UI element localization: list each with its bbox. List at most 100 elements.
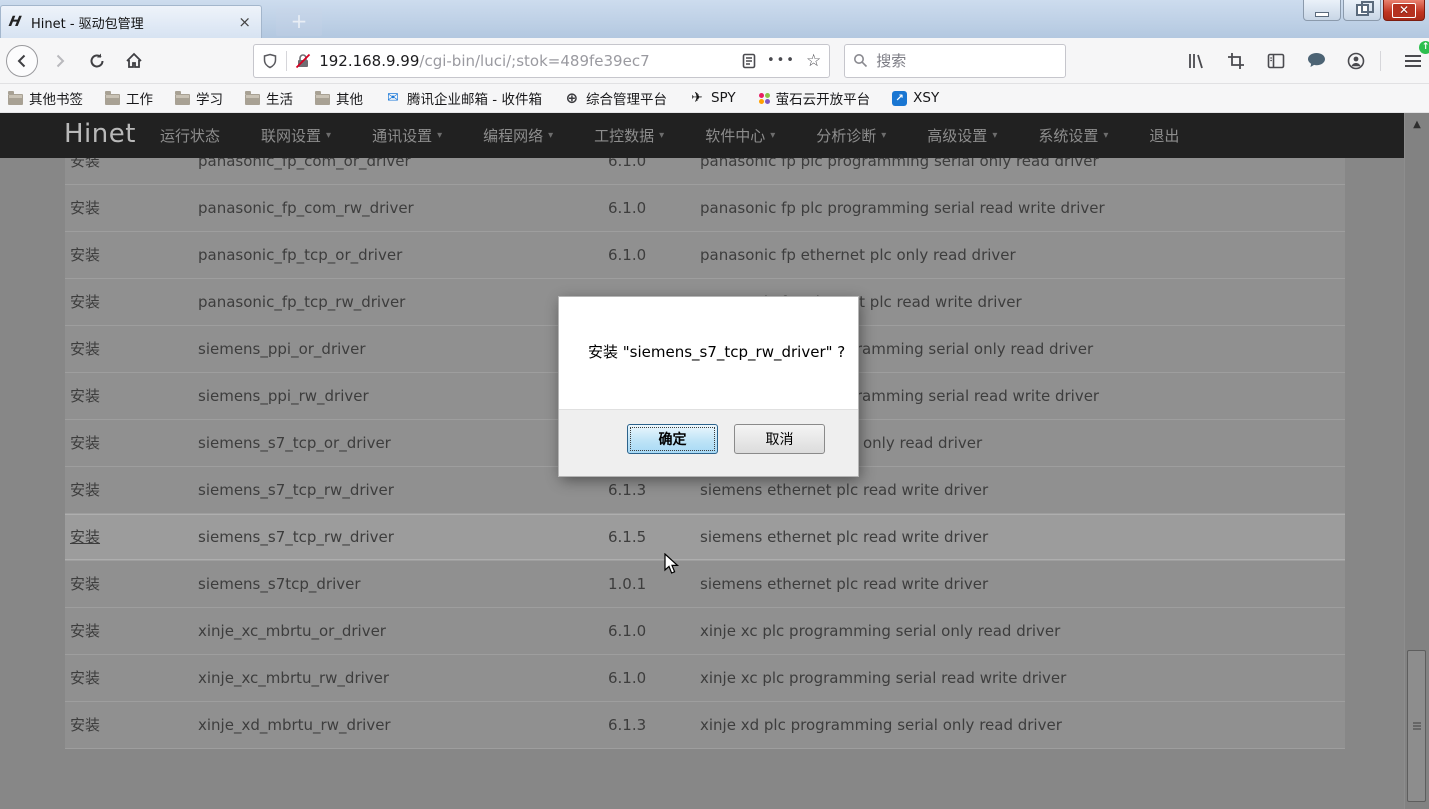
feedback-button[interactable]	[1300, 45, 1332, 77]
bookmark-label: 腾讯企业邮箱 - 收件箱	[407, 88, 542, 108]
reload-button[interactable]	[81, 45, 112, 77]
sidebar-button[interactable]	[1260, 45, 1292, 77]
speech-bubble-icon	[1307, 52, 1326, 69]
chevron-down-icon: ▾	[437, 130, 442, 141]
driver-row: 安装 siemens_s7_tcp_rw_driver 6.1.5 siemen…	[65, 514, 1345, 561]
driver-row: 安装 xinje_xc_mbrtu_or_driver 6.1.0 xinje …	[65, 608, 1345, 655]
url-bar[interactable]: 192.168.9.99/cgi-bin/luci/;stok=489fe39e…	[253, 44, 830, 78]
bookmark-item[interactable]: SPY	[689, 90, 736, 106]
scrollbar-up-icon[interactable]: ▲	[1405, 119, 1429, 130]
back-button[interactable]	[6, 45, 38, 77]
search-placeholder: 搜索	[876, 50, 906, 71]
driver-row: 安装 siemens_s7tcp_driver 1.0.1 siemens et…	[65, 561, 1345, 608]
bookmark-item[interactable]: 腾讯企业邮箱 - 收件箱	[385, 88, 542, 108]
bookmark-label: 综合管理平台	[586, 88, 667, 108]
window-close-button[interactable]: ✕	[1383, 0, 1425, 21]
close-icon: ✕	[1392, 3, 1416, 18]
driver-row: 安装 xinje_xd_mbrtu_rw_driver 6.1.3 xinje …	[65, 702, 1345, 749]
site-menu-item[interactable]: 系统设置 ▾	[1038, 125, 1108, 146]
driver-name: panasonic_fp_com_rw_driver	[198, 185, 414, 231]
forward-button[interactable]	[44, 45, 75, 77]
bookmark-item[interactable]: 其他	[315, 88, 363, 108]
dialog-button-row: 确定 取消	[559, 409, 858, 476]
driver-name: siemens_ppi_or_driver	[198, 326, 366, 372]
driver-row: 安装 panasonic_fp_tcp_or_driver 6.1.0 pana…	[65, 232, 1345, 279]
ok-button[interactable]: 确定	[627, 424, 718, 454]
bookmark-item[interactable]: 生活	[245, 88, 293, 108]
cancel-button[interactable]: 取消	[734, 424, 825, 454]
search-icon	[853, 53, 868, 68]
dialog-message: 安装 "siemens_s7_tcp_rw_driver" ?	[588, 341, 845, 362]
bookmark-label: 学习	[196, 88, 223, 108]
site-menu-item[interactable]: 高级设置 ▾	[927, 125, 997, 146]
page-actions-icon[interactable]: •••	[767, 53, 796, 68]
install-link[interactable]: 安装	[70, 232, 100, 278]
reader-mode-icon[interactable]	[741, 53, 757, 69]
scrollbar-thumb[interactable]	[1407, 650, 1426, 802]
install-link[interactable]: 安装	[70, 514, 100, 560]
install-link[interactable]: 安装	[70, 373, 100, 419]
library-button[interactable]	[1180, 45, 1212, 77]
reload-icon	[88, 52, 106, 70]
chevron-down-icon: ▾	[659, 130, 664, 141]
driver-row: 安装 xinje_xc_mbrtu_rw_driver 6.1.0 xinje …	[65, 655, 1345, 702]
window-restore-button[interactable]	[1343, 0, 1381, 21]
install-link[interactable]: 安装	[70, 326, 100, 372]
home-button[interactable]	[118, 45, 149, 77]
hamburger-menu-icon	[1404, 54, 1422, 68]
install-link[interactable]: 安装	[70, 655, 100, 701]
library-icon	[1187, 52, 1205, 70]
tab-close-icon[interactable]: ×	[234, 13, 255, 31]
install-link[interactable]: 安装	[70, 608, 100, 654]
account-button[interactable]	[1340, 45, 1372, 77]
bookmark-star-icon[interactable]: ☆	[806, 51, 821, 71]
site-menu-item[interactable]: 运行状态	[160, 125, 220, 146]
bookmark-item[interactable]: 工作	[105, 88, 153, 108]
page-scrollbar[interactable]: ▲	[1404, 113, 1429, 809]
update-badge: ↑	[1419, 41, 1429, 54]
bookmark-icon	[385, 90, 401, 106]
forward-icon	[52, 53, 68, 69]
browser-tab[interactable]: H Hinet - 驱动包管理 ×	[0, 5, 262, 38]
driver-name: xinje_xc_mbrtu_rw_driver	[198, 655, 389, 701]
screenshot-button[interactable]	[1220, 45, 1252, 77]
app-menu-button[interactable]: ↑	[1397, 45, 1429, 77]
bookmark-item[interactable]: 萤石云开放平台	[758, 88, 871, 108]
site-menu-item[interactable]: 通讯设置 ▾	[372, 125, 442, 146]
install-link[interactable]: 安装	[70, 279, 100, 325]
window-minimize-button[interactable]	[1303, 0, 1341, 21]
site-menu-item[interactable]: 工控数据 ▾	[594, 125, 664, 146]
install-link[interactable]: 安装	[70, 467, 100, 513]
account-icon	[1347, 52, 1365, 70]
crop-icon	[1227, 52, 1245, 70]
site-menu-item[interactable]: 联网设置 ▾	[261, 125, 331, 146]
bookmark-icon	[315, 94, 330, 105]
site-menu-item[interactable]: 分析诊断 ▾	[816, 125, 886, 146]
bookmark-label: SPY	[711, 90, 736, 106]
site-logo[interactable]: Hinet	[64, 119, 136, 149]
bookmark-item[interactable]: 学习	[175, 88, 223, 108]
bookmark-label: 萤石云开放平台	[776, 88, 871, 108]
install-link[interactable]: 安装	[70, 561, 100, 607]
url-text: 192.168.9.99/cgi-bin/luci/;stok=489fe39e…	[319, 52, 741, 70]
bookmark-icon	[245, 94, 260, 105]
chevron-down-icon: ▾	[326, 130, 331, 141]
bookmark-item[interactable]: XSY	[892, 90, 939, 106]
search-input[interactable]: 搜索	[844, 44, 1066, 78]
bookmark-item[interactable]: 综合管理平台	[564, 88, 667, 108]
minimize-icon	[1315, 12, 1329, 17]
site-menu-item[interactable]: 编程网络 ▾	[483, 125, 553, 146]
install-link[interactable]: 安装	[70, 185, 100, 231]
site-menu-item[interactable]: 软件中心 ▾	[705, 125, 775, 146]
bookmark-icon	[105, 94, 120, 105]
install-link[interactable]: 安装	[70, 420, 100, 466]
scrollbar-grip	[1413, 722, 1421, 724]
tab-title: Hinet - 驱动包管理	[31, 13, 234, 32]
new-tab-button[interactable]: +	[276, 8, 322, 36]
site-menu-item[interactable]: 退出	[1149, 125, 1179, 146]
tracking-shield-icon	[262, 53, 278, 69]
install-link[interactable]: 安装	[70, 702, 100, 748]
install-confirm-dialog: 安装 "siemens_s7_tcp_rw_driver" ? 确定 取消	[559, 297, 858, 476]
bookmark-item[interactable]: 其他书签	[8, 88, 83, 108]
mouse-cursor	[663, 553, 683, 575]
